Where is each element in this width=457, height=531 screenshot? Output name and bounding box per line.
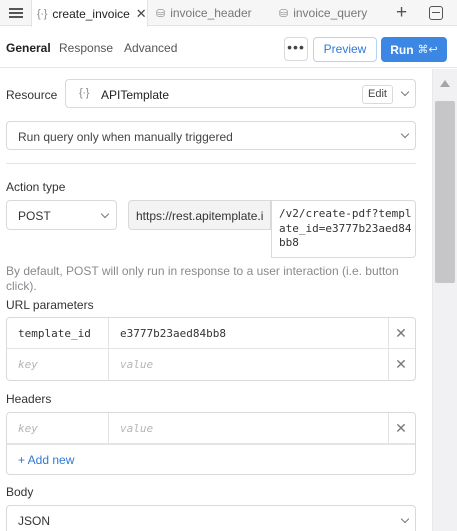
- query-editor-body: Resource {∙} APITemplate Edit Run query …: [0, 69, 431, 531]
- url-path-value: /v2/create-pdf?template_id=e3777b23aed84…: [279, 207, 412, 249]
- chevron-down-icon: [400, 514, 410, 524]
- tab-general[interactable]: General: [6, 41, 51, 55]
- database-icon: ⛁: [156, 7, 166, 20]
- divider: [6, 163, 416, 164]
- minimize-panel-icon[interactable]: [429, 6, 443, 20]
- tab-create-invoice[interactable]: {∙} create_invoice ✕: [31, 0, 148, 27]
- remove-row-icon[interactable]: ✕: [387, 413, 415, 443]
- chevron-down-icon: [100, 209, 110, 219]
- vertical-scrollbar[interactable]: [432, 69, 457, 531]
- tab-label: invoice_header: [170, 6, 252, 20]
- body-type-value: JSON: [18, 514, 51, 528]
- scrollbar-thumb[interactable]: [435, 101, 455, 283]
- http-method-value: POST: [18, 209, 51, 223]
- query-subnav: General Response Advanced ••• Preview Ru…: [0, 26, 457, 68]
- trigger-mode-value: Run query only when manually triggered: [18, 130, 233, 144]
- headers-table: key value ✕ + Add new: [6, 412, 416, 475]
- remove-row-icon[interactable]: ✕: [387, 349, 415, 380]
- tab-invoice-header[interactable]: ⛁ invoice_header: [156, 0, 252, 26]
- url-parameters-table: template_id e3777b23aed84bb8 ✕ key value…: [6, 317, 416, 381]
- param-key-input[interactable]: key: [7, 349, 109, 380]
- hamburger-menu-icon[interactable]: [9, 6, 23, 20]
- tab-invoice-query[interactable]: ⛁ invoice_query: [279, 0, 367, 26]
- braces-icon: {∙}: [79, 87, 90, 99]
- more-options-button[interactable]: •••: [284, 37, 308, 61]
- resource-name: APITemplate: [101, 88, 170, 102]
- run-button-label: Run: [390, 42, 414, 57]
- trigger-mode-select[interactable]: Run query only when manually triggered: [6, 121, 416, 150]
- body-label: Body: [6, 485, 34, 499]
- table-row: key value ✕: [7, 349, 415, 380]
- header-key-input[interactable]: key: [7, 413, 109, 443]
- param-value-input[interactable]: value: [109, 349, 389, 380]
- body-type-select[interactable]: JSON: [6, 505, 416, 531]
- tab-label: create_invoice: [52, 6, 130, 21]
- tab-label: invoice_query: [293, 6, 368, 20]
- headers-label: Headers: [6, 392, 52, 406]
- add-tab-icon[interactable]: +: [396, 2, 407, 24]
- table-row: key value ✕: [7, 413, 415, 444]
- param-key-input[interactable]: template_id: [7, 318, 109, 348]
- action-type-label: Action type: [6, 180, 66, 194]
- remove-row-icon[interactable]: ✕: [387, 318, 415, 348]
- tab-response[interactable]: Response: [59, 41, 113, 55]
- url-path-input[interactable]: /v2/create-pdf?template_id=e3777b23aed84…: [271, 200, 416, 258]
- table-row: template_id e3777b23aed84bb8 ✕: [7, 318, 415, 349]
- resource-label: Resource: [6, 88, 58, 102]
- base-url-value: https://rest.apitemplate.i: [136, 209, 264, 223]
- method-hint-text: By default, POST will only run in respon…: [6, 264, 399, 293]
- scroll-up-arrow-icon[interactable]: [440, 80, 450, 87]
- resource-select[interactable]: {∙} APITemplate Edit: [65, 79, 416, 108]
- url-parameters-label: URL parameters: [6, 298, 94, 312]
- tab-advanced[interactable]: Advanced: [124, 41, 177, 55]
- param-value-input[interactable]: e3777b23aed84bb8: [109, 318, 389, 348]
- edit-resource-button[interactable]: Edit: [362, 85, 393, 104]
- close-icon[interactable]: ✕: [136, 6, 147, 22]
- base-url-field: https://rest.apitemplate.i: [128, 200, 271, 230]
- run-button[interactable]: Run ⌘↩: [381, 37, 447, 62]
- http-method-select[interactable]: POST: [6, 200, 117, 230]
- add-header-button[interactable]: + Add new: [7, 444, 415, 474]
- database-icon: ⛁: [279, 7, 289, 20]
- run-shortcut: ⌘↩: [417, 44, 438, 56]
- chevron-down-icon: [400, 87, 410, 97]
- chevron-down-icon: [400, 129, 410, 139]
- preview-button[interactable]: Preview: [313, 37, 377, 62]
- editor-tab-bar: {∙} create_invoice ✕ ⛁ invoice_header ⛁ …: [0, 0, 457, 27]
- header-value-input[interactable]: value: [109, 413, 389, 443]
- braces-icon: {∙}: [37, 7, 48, 20]
